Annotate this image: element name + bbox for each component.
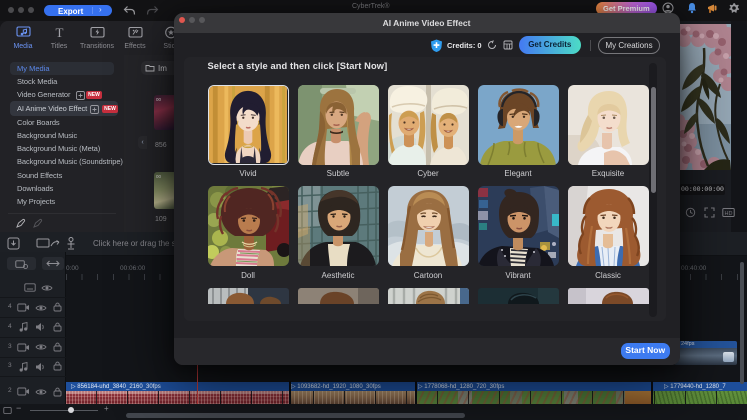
svg-text:T: T	[55, 26, 63, 39]
svg-text:HD: HD	[725, 211, 733, 217]
